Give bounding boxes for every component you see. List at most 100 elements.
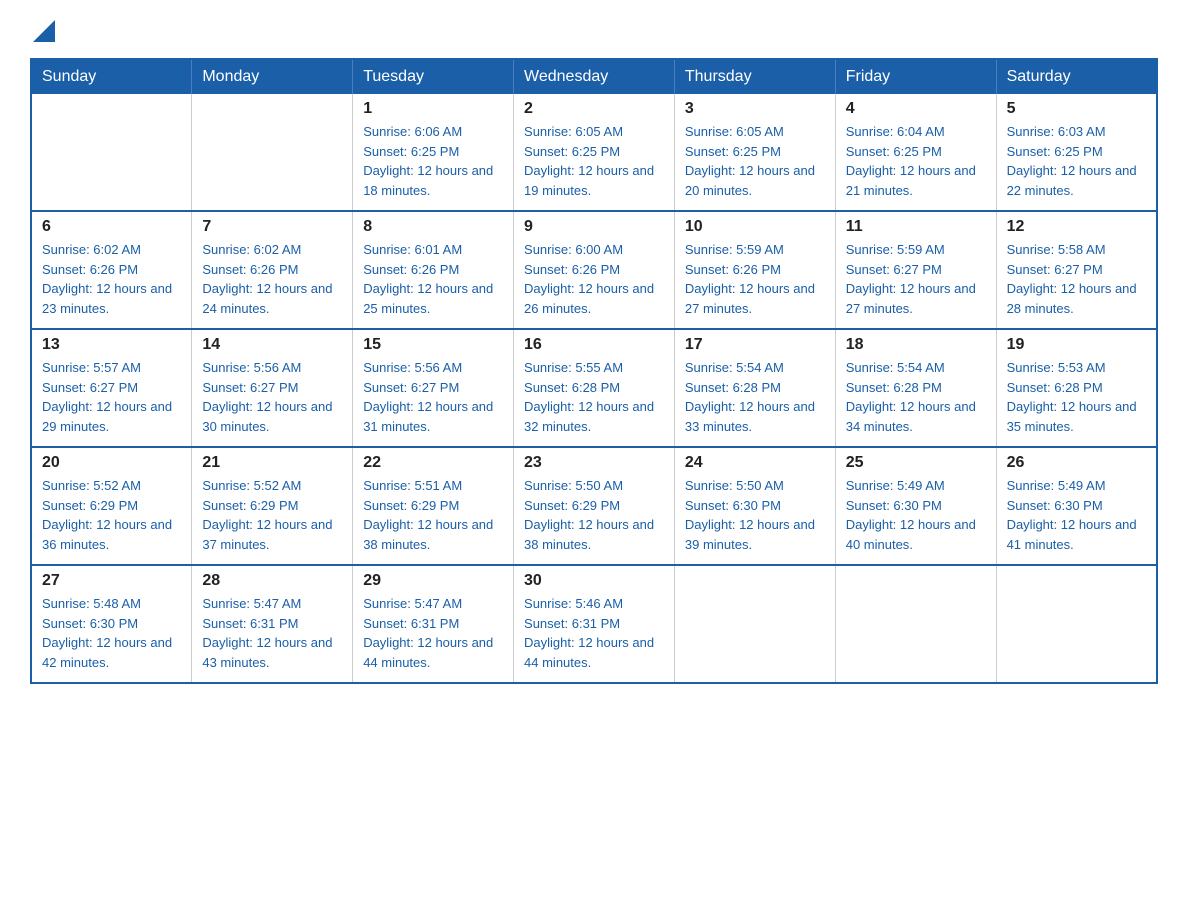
logo-arrow-icon: [33, 20, 55, 42]
weekday-header-thursday: Thursday: [674, 59, 835, 94]
day-sun-info: Sunrise: 5:52 AMSunset: 6:29 PMDaylight:…: [42, 476, 181, 554]
day-number: 21: [202, 454, 342, 472]
calendar-week-row: 13 Sunrise: 5:57 AMSunset: 6:27 PMDayligh…: [31, 329, 1157, 447]
calendar-table: SundayMondayTuesdayWednesdayThursdayFrid…: [30, 58, 1158, 684]
weekday-header-monday: Monday: [192, 59, 353, 94]
day-number: 14: [202, 336, 342, 354]
weekday-header-tuesday: Tuesday: [353, 59, 514, 94]
calendar-cell: [31, 94, 192, 211]
day-sun-info: Sunrise: 5:47 AMSunset: 6:31 PMDaylight:…: [363, 594, 503, 672]
day-sun-info: Sunrise: 5:47 AMSunset: 6:31 PMDaylight:…: [202, 594, 342, 672]
day-sun-info: Sunrise: 5:51 AMSunset: 6:29 PMDaylight:…: [363, 476, 503, 554]
calendar-cell: 17 Sunrise: 5:54 AMSunset: 6:28 PMDayligh…: [674, 329, 835, 447]
calendar-cell: [192, 94, 353, 211]
day-sun-info: Sunrise: 5:54 AMSunset: 6:28 PMDaylight:…: [846, 358, 986, 436]
day-number: 13: [42, 336, 181, 354]
calendar-week-row: 20 Sunrise: 5:52 AMSunset: 6:29 PMDayligh…: [31, 447, 1157, 565]
day-number: 7: [202, 218, 342, 236]
calendar-cell: [996, 565, 1157, 683]
calendar-week-row: 1 Sunrise: 6:06 AMSunset: 6:25 PMDaylight…: [31, 94, 1157, 211]
day-number: 12: [1007, 218, 1146, 236]
day-number: 24: [685, 454, 825, 472]
calendar-cell: 14 Sunrise: 5:56 AMSunset: 6:27 PMDayligh…: [192, 329, 353, 447]
calendar-cell: [674, 565, 835, 683]
day-number: 23: [524, 454, 664, 472]
day-sun-info: Sunrise: 6:04 AMSunset: 6:25 PMDaylight:…: [846, 122, 986, 200]
day-number: 20: [42, 454, 181, 472]
day-number: 3: [685, 100, 825, 118]
day-sun-info: Sunrise: 5:54 AMSunset: 6:28 PMDaylight:…: [685, 358, 825, 436]
day-sun-info: Sunrise: 5:58 AMSunset: 6:27 PMDaylight:…: [1007, 240, 1146, 318]
calendar-cell: 12 Sunrise: 5:58 AMSunset: 6:27 PMDayligh…: [996, 211, 1157, 329]
calendar-cell: 2 Sunrise: 6:05 AMSunset: 6:25 PMDaylight…: [514, 94, 675, 211]
calendar-cell: 21 Sunrise: 5:52 AMSunset: 6:29 PMDayligh…: [192, 447, 353, 565]
day-sun-info: Sunrise: 5:48 AMSunset: 6:30 PMDaylight:…: [42, 594, 181, 672]
calendar-cell: 13 Sunrise: 5:57 AMSunset: 6:27 PMDayligh…: [31, 329, 192, 447]
day-sun-info: Sunrise: 6:02 AMSunset: 6:26 PMDaylight:…: [202, 240, 342, 318]
day-sun-info: Sunrise: 6:00 AMSunset: 6:26 PMDaylight:…: [524, 240, 664, 318]
day-sun-info: Sunrise: 5:56 AMSunset: 6:27 PMDaylight:…: [202, 358, 342, 436]
calendar-cell: 5Sunrise: 6:03 AMSunset: 6:25 PMDaylight…: [996, 94, 1157, 211]
day-number: 11: [846, 218, 986, 236]
day-number: 30: [524, 572, 664, 590]
day-sun-info: Sunrise: 5:53 AMSunset: 6:28 PMDaylight:…: [1007, 358, 1146, 436]
day-number: 17: [685, 336, 825, 354]
day-sun-info: Sunrise: 5:57 AMSunset: 6:27 PMDaylight:…: [42, 358, 181, 436]
calendar-header-row: SundayMondayTuesdayWednesdayThursdayFrid…: [31, 59, 1157, 94]
day-sun-info: Sunrise: 6:06 AMSunset: 6:25 PMDaylight:…: [363, 122, 503, 200]
calendar-cell: 9Sunrise: 6:00 AMSunset: 6:26 PMDaylight…: [514, 211, 675, 329]
day-sun-info: Sunrise: 5:59 AMSunset: 6:26 PMDaylight:…: [685, 240, 825, 318]
calendar-cell: 11 Sunrise: 5:59 AMSunset: 6:27 PMDayligh…: [835, 211, 996, 329]
day-number: 6: [42, 218, 181, 236]
day-sun-info: Sunrise: 6:01 AMSunset: 6:26 PMDaylight:…: [363, 240, 503, 318]
day-number: 2: [524, 100, 664, 118]
calendar-cell: 1 Sunrise: 6:06 AMSunset: 6:25 PMDaylight…: [353, 94, 514, 211]
day-number: 1: [363, 100, 503, 118]
weekday-header-friday: Friday: [835, 59, 996, 94]
day-sun-info: Sunrise: 5:49 AMSunset: 6:30 PMDaylight:…: [846, 476, 986, 554]
logo-line1: [30, 20, 55, 42]
day-sun-info: Sunrise: 5:50 AMSunset: 6:29 PMDaylight:…: [524, 476, 664, 554]
calendar-cell: 30Sunrise: 5:46 AMSunset: 6:31 PMDayligh…: [514, 565, 675, 683]
calendar-cell: 23 Sunrise: 5:50 AMSunset: 6:29 PMDayligh…: [514, 447, 675, 565]
day-number: 4: [846, 100, 986, 118]
weekday-header-sunday: Sunday: [31, 59, 192, 94]
day-sun-info: Sunrise: 5:55 AMSunset: 6:28 PMDaylight:…: [524, 358, 664, 436]
day-sun-info: Sunrise: 6:05 AMSunset: 6:25 PMDaylight:…: [685, 122, 825, 200]
day-number: 16: [524, 336, 664, 354]
calendar-cell: 7 Sunrise: 6:02 AMSunset: 6:26 PMDaylight…: [192, 211, 353, 329]
calendar-cell: 3 Sunrise: 6:05 AMSunset: 6:25 PMDaylight…: [674, 94, 835, 211]
day-number: 5: [1007, 100, 1146, 118]
day-sun-info: Sunrise: 6:05 AMSunset: 6:25 PMDaylight:…: [524, 122, 664, 200]
weekday-header-wednesday: Wednesday: [514, 59, 675, 94]
calendar-cell: 22 Sunrise: 5:51 AMSunset: 6:29 PMDayligh…: [353, 447, 514, 565]
day-sun-info: Sunrise: 5:49 AMSunset: 6:30 PMDaylight:…: [1007, 476, 1146, 554]
calendar-cell: 24 Sunrise: 5:50 AMSunset: 6:30 PMDayligh…: [674, 447, 835, 565]
calendar-cell: 27 Sunrise: 5:48 AMSunset: 6:30 PMDayligh…: [31, 565, 192, 683]
calendar-cell: 4 Sunrise: 6:04 AMSunset: 6:25 PMDaylight…: [835, 94, 996, 211]
day-sun-info: Sunrise: 5:56 AMSunset: 6:27 PMDaylight:…: [363, 358, 503, 436]
day-number: 15: [363, 336, 503, 354]
calendar-cell: 20 Sunrise: 5:52 AMSunset: 6:29 PMDayligh…: [31, 447, 192, 565]
calendar-cell: 18 Sunrise: 5:54 AMSunset: 6:28 PMDayligh…: [835, 329, 996, 447]
page-header: [30, 20, 1158, 38]
day-number: 8: [363, 218, 503, 236]
day-sun-info: Sunrise: 5:59 AMSunset: 6:27 PMDaylight:…: [846, 240, 986, 318]
calendar-week-row: 6 Sunrise: 6:02 AMSunset: 6:26 PMDaylight…: [31, 211, 1157, 329]
calendar-cell: 19Sunrise: 5:53 AMSunset: 6:28 PMDayligh…: [996, 329, 1157, 447]
day-sun-info: Sunrise: 5:52 AMSunset: 6:29 PMDaylight:…: [202, 476, 342, 554]
day-sun-info: Sunrise: 5:50 AMSunset: 6:30 PMDaylight:…: [685, 476, 825, 554]
day-number: 10: [685, 218, 825, 236]
calendar-week-row: 27 Sunrise: 5:48 AMSunset: 6:30 PMDayligh…: [31, 565, 1157, 683]
weekday-header-saturday: Saturday: [996, 59, 1157, 94]
calendar-cell: 26 Sunrise: 5:49 AMSunset: 6:30 PMDayligh…: [996, 447, 1157, 565]
calendar-cell: 6Sunrise: 6:02 AMSunset: 6:26 PMDaylight…: [31, 211, 192, 329]
calendar-cell: 10 Sunrise: 5:59 AMSunset: 6:26 PMDayligh…: [674, 211, 835, 329]
day-number: 25: [846, 454, 986, 472]
day-number: 27: [42, 572, 181, 590]
calendar-cell: [835, 565, 996, 683]
day-number: 22: [363, 454, 503, 472]
day-number: 26: [1007, 454, 1146, 472]
calendar-cell: 15 Sunrise: 5:56 AMSunset: 6:27 PMDayligh…: [353, 329, 514, 447]
day-number: 18: [846, 336, 986, 354]
